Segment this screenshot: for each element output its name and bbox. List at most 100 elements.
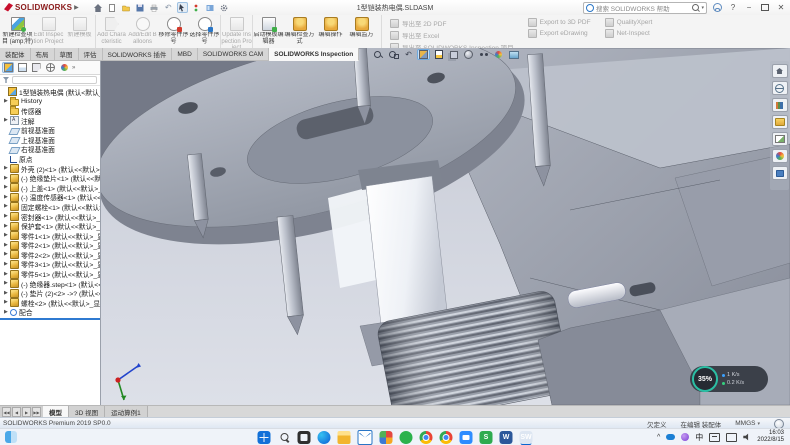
- tree-item[interactable]: ▶ 右视基准面: [0, 145, 100, 155]
- ribbon-tab[interactable]: SOLIDWORKS 插件: [103, 48, 173, 61]
- new-document-icon[interactable]: [107, 2, 118, 13]
- section-view-icon[interactable]: [417, 49, 430, 60]
- ribbon-button[interactable]: 新建检查项目 (amp;特): [2, 15, 33, 48]
- minimize-button[interactable]: −: [743, 2, 755, 13]
- tree-item[interactable]: ▶ 固定螺栓<1> (默认<<默认>_显示: [0, 202, 100, 212]
- ribbon-tab[interactable]: 评估: [79, 48, 103, 61]
- app-green-icon[interactable]: [400, 431, 413, 444]
- model-3d[interactable]: [100, 48, 790, 405]
- tree-item[interactable]: ▶ (-) 绝缘器.step<1> (默认<<默认>: [0, 279, 100, 289]
- ribbon-button[interactable]: 新建模板: [64, 15, 96, 48]
- home-icon[interactable]: [93, 2, 104, 13]
- qat-expand-icon[interactable]: ▶: [74, 4, 79, 11]
- configurations-tab-icon[interactable]: [30, 62, 42, 73]
- edge-icon[interactable]: [318, 431, 331, 444]
- dynamic-annotation-icon[interactable]: [432, 49, 445, 60]
- tree-item[interactable]: ▶ History: [0, 97, 100, 107]
- word-icon[interactable]: W: [500, 431, 513, 444]
- ribbon-button[interactable]: Add Characteristic: [96, 15, 127, 48]
- scroll-first-icon[interactable]: ◀◀: [2, 407, 11, 417]
- ribbon-button[interactable]: 编辑检查方式: [284, 15, 315, 48]
- print-icon[interactable]: [149, 2, 160, 13]
- scroll-left-icon[interactable]: ◀: [12, 407, 21, 417]
- zoom-area-icon[interactable]: [387, 49, 400, 60]
- tree-item[interactable]: ▶ 上视基准面: [0, 135, 100, 145]
- zoom-fit-icon[interactable]: [372, 49, 385, 60]
- tree-item[interactable]: ▶ 螺栓<2> (默认<<默认>_显示状态: [0, 298, 100, 308]
- edit-appearance-icon[interactable]: [492, 49, 505, 60]
- ribbon-button[interactable]: Add/Edit Balloons: [127, 15, 158, 48]
- tree-item[interactable]: ▶ 零件5<1> (默认<<默认>_显示状: [0, 269, 100, 279]
- volume-icon[interactable]: [743, 433, 751, 441]
- search-icon[interactable]: [278, 431, 291, 444]
- open-document-icon[interactable]: [121, 2, 132, 13]
- tree-item[interactable]: ▶ 外壳 (2)<1> (默认<<默认>_显示状: [0, 164, 100, 174]
- design-library-icon[interactable]: [772, 98, 788, 112]
- scroll-last-icon[interactable]: ▶▶: [32, 407, 41, 417]
- property-manager-tab-icon[interactable]: [16, 62, 28, 73]
- ribbon-button[interactable]: 启动模板编辑器: [253, 15, 284, 48]
- hide-show-items-icon[interactable]: [477, 49, 490, 60]
- ribbon-tab[interactable]: MBD: [172, 48, 197, 61]
- ribbon-button[interactable]: 选择零件序号: [189, 15, 221, 48]
- units-selector[interactable]: MMGS ▾: [735, 420, 760, 427]
- tree-item[interactable]: ▶ 密封器<1> (默认<<默认>_显示状: [0, 212, 100, 222]
- appearances-icon[interactable]: [772, 149, 788, 163]
- restore-button[interactable]: [759, 2, 771, 13]
- ribbon-tab[interactable]: 草图: [55, 48, 79, 61]
- ribbon-tab[interactable]: 装配体: [0, 48, 31, 61]
- tree-item[interactable]: ▶ 零件3<1> (默认<<默认>_显示状: [0, 260, 100, 270]
- undo-icon[interactable]: ↶: [163, 2, 174, 13]
- ribbon-tab[interactable]: SOLIDWORKS Inspection: [269, 48, 359, 61]
- display-manager-tab-icon[interactable]: [58, 62, 70, 73]
- store-icon[interactable]: [380, 431, 393, 444]
- editing-state[interactable]: 在编辑 装配体: [680, 419, 721, 429]
- tree-item[interactable]: ▶ 零件2<1> (默认<<默认>_显示状: [0, 241, 100, 251]
- onedrive-icon[interactable]: [666, 434, 675, 440]
- tree-item[interactable]: ▶ 传感器: [0, 106, 100, 116]
- panel-splitter[interactable]: [0, 318, 100, 320]
- wps-icon[interactable]: S: [480, 431, 493, 444]
- pane-chevron-icon[interactable]: »: [72, 65, 80, 71]
- solidworks-icon[interactable]: SW: [520, 431, 533, 444]
- display-tray-icon[interactable]: [726, 433, 737, 442]
- tree-item[interactable]: ▶ (-) 垫片 (2)<2> ->? (默认<<默认>: [0, 288, 100, 298]
- touch-keyboard-icon[interactable]: [709, 433, 720, 442]
- tree-item[interactable]: ▶ 保护套<1> (默认<<默认>_显示状: [0, 221, 100, 231]
- scroll-right-icon[interactable]: ▶: [22, 407, 31, 417]
- view-orientation-icon[interactable]: [447, 49, 460, 60]
- ribbon-button[interactable]: 编辑监方: [346, 15, 377, 48]
- file-explorer-icon[interactable]: [772, 115, 788, 129]
- options-gear-icon[interactable]: [219, 2, 230, 13]
- tree-root-item[interactable]: ▶ 1型铠装热电偶 (默认<默认_显示状态-1>: [0, 87, 100, 97]
- filter-funnel-icon[interactable]: [3, 77, 9, 83]
- feature-tree-tab-icon[interactable]: [2, 62, 14, 73]
- meeting-icon[interactable]: [460, 431, 473, 444]
- solidworks-resources-icon[interactable]: [772, 81, 788, 95]
- tray-chevron-icon[interactable]: ^: [657, 434, 660, 441]
- tree-item[interactable]: ▶ (-) 温度传感器<1> (默认<<默认>_: [0, 193, 100, 203]
- ime-indicator[interactable]: 中: [695, 432, 703, 443]
- tree-item[interactable]: ▶ 原点: [0, 154, 100, 164]
- task-view-icon[interactable]: [298, 431, 311, 444]
- search-icon[interactable]: [692, 4, 699, 11]
- ribbon-tab[interactable]: 布局: [31, 48, 55, 61]
- previous-view-icon[interactable]: [402, 49, 415, 60]
- home-icon[interactable]: [772, 64, 788, 78]
- mail-icon[interactable]: [358, 430, 373, 445]
- custom-properties-icon[interactable]: [772, 166, 788, 180]
- select-tool-icon[interactable]: [177, 2, 188, 13]
- display-settings-icon[interactable]: [205, 2, 216, 13]
- ribbon-tab[interactable]: SOLIDWORKS CAM: [198, 48, 269, 61]
- ribbon-button[interactable]: Update Inspection Project: [221, 15, 253, 48]
- chrome-2-icon[interactable]: [440, 431, 453, 444]
- tree-item[interactable]: ▶ 配合: [0, 308, 100, 318]
- view-palette-icon[interactable]: [772, 132, 788, 146]
- graphics-area[interactable]: 35% 1 K/s 0.2 K/s: [100, 48, 790, 405]
- dimxpert-tab-icon[interactable]: [44, 62, 56, 73]
- widgets-icon[interactable]: [5, 431, 17, 443]
- search-input[interactable]: 搜索 SOLIDWORKS 帮助 ▾: [583, 2, 707, 14]
- close-button[interactable]: ✕: [775, 2, 787, 13]
- tree-item[interactable]: ▶ (-) 上盖<1> (默认<<默认>_显示状: [0, 183, 100, 193]
- tree-item[interactable]: ▶ (-) 绝缘垫片<1> (默认<<默认>_显: [0, 173, 100, 183]
